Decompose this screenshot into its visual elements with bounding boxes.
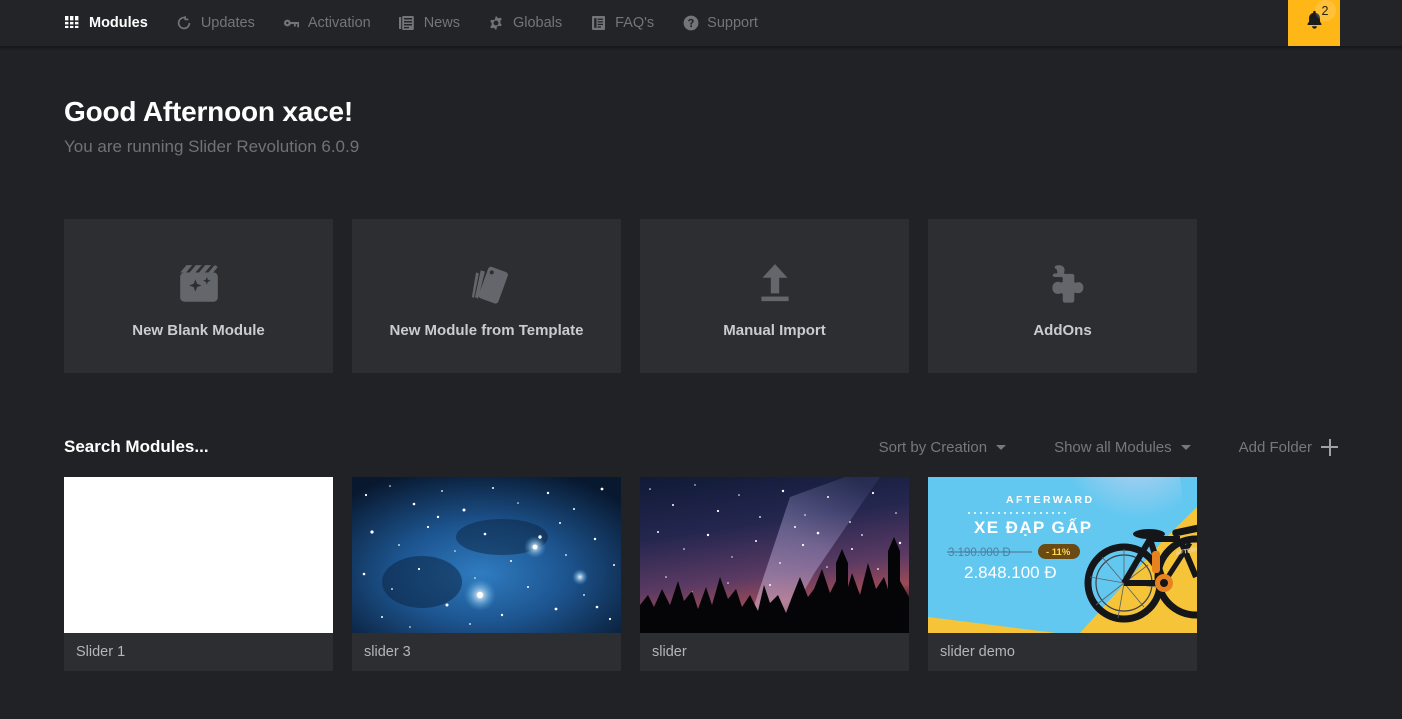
- add-folder-button[interactable]: Add Folder: [1238, 438, 1338, 456]
- newspaper-icon: [399, 15, 416, 32]
- card-label: AddOns: [1033, 321, 1092, 339]
- nav-label: Modules: [89, 15, 148, 31]
- key-icon: [283, 15, 300, 32]
- module-thumbnail[interactable]: [64, 477, 333, 633]
- chevron-down-icon: [1180, 444, 1191, 450]
- module-name: slider demo: [928, 633, 1197, 671]
- grid-icon: [64, 15, 81, 32]
- nav-item-faq[interactable]: FAQ's: [590, 0, 654, 46]
- add-folder-label: Add Folder: [1238, 438, 1312, 456]
- upload-icon: [752, 254, 798, 306]
- bicycle-ad-thumbnail: AFTERWARD AFTERWARD XE ĐẠP GẤP 3.190.000…: [928, 477, 1197, 633]
- module-thumbnail[interactable]: AFTERWARD AFTERWARD XE ĐẠP GẤP 3.190.000…: [928, 477, 1197, 633]
- filter-label: Show all Modules: [1054, 438, 1172, 456]
- ad-brand: AFTERWARD: [1006, 494, 1095, 506]
- topbar-shadow: [0, 46, 1402, 51]
- modules-grid: Slider 1 slider 3 slider AFTERWARD AFTER…: [0, 457, 1402, 671]
- page-title: Good Afternoon xace!: [64, 96, 353, 127]
- module-name: Slider 1: [64, 633, 333, 671]
- book-icon: [590, 15, 607, 32]
- nav-item-support[interactable]: Support: [682, 0, 758, 46]
- module-card[interactable]: slider: [640, 477, 909, 671]
- module-card[interactable]: AFTERWARD AFTERWARD XE ĐẠP GẤP 3.190.000…: [928, 477, 1197, 671]
- ad-old-price: 3.190.000 Đ: [948, 547, 1011, 559]
- puzzle-piece-icon: [1040, 254, 1086, 306]
- question-icon: [682, 15, 699, 32]
- nav-label: Globals: [512, 15, 563, 31]
- card-label: Manual Import: [723, 321, 826, 339]
- nav-item-modules[interactable]: Modules: [64, 0, 148, 46]
- nav-item-activation[interactable]: Activation: [283, 0, 371, 46]
- milky-way-pines-thumbnail: [640, 477, 909, 633]
- search-input[interactable]: [64, 437, 484, 457]
- white-blank-thumbnail: [64, 477, 333, 633]
- action-cards: New Blank Module New Module from Templat…: [0, 157, 1402, 373]
- addons-card[interactable]: AddOns: [928, 219, 1197, 373]
- nav-item-updates[interactable]: Updates: [176, 0, 255, 46]
- plus-icon: [1321, 438, 1338, 456]
- module-card[interactable]: slider 3: [352, 477, 621, 671]
- card-label: New Module from Template: [389, 321, 584, 339]
- sort-label: Sort by Creation: [878, 438, 988, 456]
- module-thumbnail[interactable]: [640, 477, 909, 633]
- nav-label: FAQ's: [615, 15, 655, 31]
- ad-new-price: 2.848.100 Đ: [964, 563, 1057, 582]
- notifications-button[interactable]: 2: [1288, 0, 1340, 46]
- nav-label: Activation: [307, 15, 371, 31]
- template-tag-icon: [464, 254, 510, 306]
- modules-toolbar: Sort by Creation Show all Modules Add Fo…: [0, 373, 1402, 457]
- main-nav: Modules Updates Activation News Globals …: [64, 0, 786, 46]
- blue-starfield-thumbnail: [352, 477, 621, 633]
- module-card[interactable]: Slider 1: [64, 477, 333, 671]
- notification-count-badge: 2: [1314, 0, 1336, 21]
- toolbar-controls: Sort by Creation Show all Modules Add Fo…: [831, 438, 1338, 456]
- nav-item-globals[interactable]: Globals: [488, 0, 562, 46]
- chevron-down-icon: [996, 444, 1007, 450]
- refresh-icon: [176, 15, 193, 32]
- module-thumbnail[interactable]: [352, 477, 621, 633]
- card-label: New Blank Module: [132, 321, 265, 339]
- nav-label: Support: [707, 15, 758, 31]
- new-blank-module-card[interactable]: New Blank Module: [64, 219, 333, 373]
- greeting-section: Good Afternoon xace! You are running Sli…: [0, 46, 1402, 157]
- bell-icon: 2: [1305, 0, 1336, 36]
- version-subtitle: You are running Slider Revolution 6.0.9: [64, 137, 360, 156]
- ad-discount: - 11%: [1046, 547, 1071, 558]
- nav-item-news[interactable]: News: [399, 0, 460, 46]
- nav-label: News: [423, 15, 460, 31]
- clapperboard-sparkle-icon: [176, 254, 222, 306]
- filter-dropdown[interactable]: Show all Modules: [1054, 439, 1191, 456]
- new-module-from-template-card[interactable]: New Module from Template: [352, 219, 621, 373]
- ad-headline: XE ĐẠP GẤP: [974, 518, 1093, 537]
- module-name: slider: [640, 633, 909, 671]
- sort-dropdown[interactable]: Sort by Creation: [878, 438, 1007, 456]
- top-navigation-bar: Modules Updates Activation News Globals …: [0, 0, 1402, 51]
- module-name: slider 3: [352, 633, 621, 671]
- nav-label: Updates: [200, 15, 255, 31]
- gear-icon: [488, 15, 505, 32]
- manual-import-card[interactable]: Manual Import: [640, 219, 909, 373]
